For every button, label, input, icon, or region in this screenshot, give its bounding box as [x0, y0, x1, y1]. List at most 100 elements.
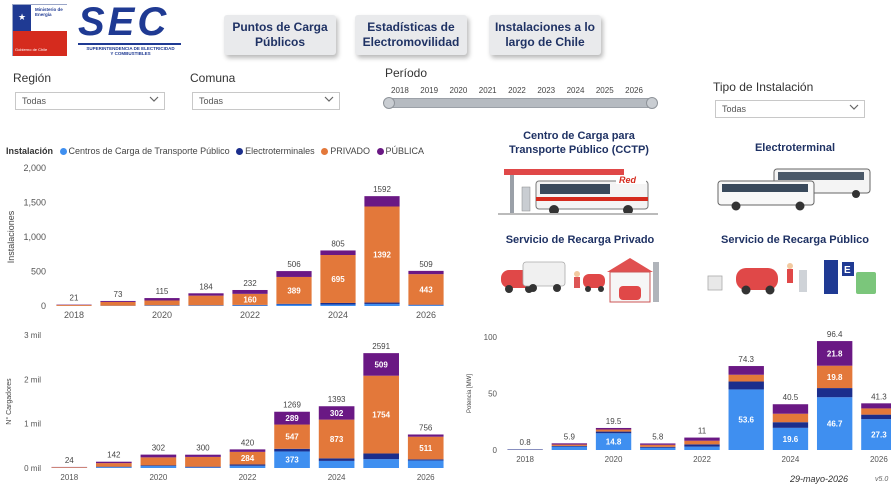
bar-segment[interactable] — [188, 295, 224, 306]
bar-segment[interactable] — [816, 388, 853, 398]
bar-segment[interactable] — [408, 270, 444, 275]
bar-segment[interactable] — [640, 443, 676, 445]
bar-total-label: 420 — [241, 438, 255, 447]
bar-segment[interactable] — [684, 446, 720, 450]
bar-segment[interactable] — [144, 298, 180, 301]
bar-segment[interactable] — [232, 305, 268, 306]
comuna-dropdown[interactable]: Todas — [192, 92, 340, 110]
electroterminal-illustration[interactable] — [716, 165, 874, 213]
bar-segment[interactable] — [51, 467, 88, 468]
bar-segment[interactable] — [364, 196, 400, 207]
cctp-illustration[interactable]: Red — [498, 165, 658, 217]
bar-segment[interactable] — [188, 293, 224, 296]
bar-segment[interactable] — [320, 302, 356, 305]
legend-item-publica[interactable]: PÚBLICA — [373, 146, 424, 156]
bar-segment[interactable] — [728, 374, 764, 382]
periodo-year-2024[interactable]: 2024 — [567, 86, 585, 98]
bar-segment[interactable] — [861, 414, 891, 420]
bar-segment[interactable] — [684, 444, 720, 447]
legend-item-ccp[interactable]: Centros de Carga de Transporte Público — [56, 146, 230, 156]
publico-illustration[interactable]: E — [706, 256, 886, 298]
bar-segment[interactable] — [551, 444, 588, 446]
bar-segment[interactable] — [56, 304, 92, 306]
bar-segment[interactable] — [363, 453, 399, 460]
bar-segment[interactable] — [772, 422, 809, 428]
bar-segment[interactable] — [408, 305, 444, 306]
nav-instalaciones-button[interactable]: Instalaciones a lo largo de Chile — [489, 15, 601, 55]
bar-segment[interactable] — [684, 440, 720, 445]
periodo-year-2020[interactable]: 2020 — [450, 86, 468, 98]
bar-segment[interactable] — [640, 446, 676, 448]
bar-segment[interactable] — [140, 454, 177, 458]
bar-segment[interactable] — [144, 300, 180, 306]
bar-total-label: 21 — [70, 294, 79, 303]
bar-segment[interactable] — [640, 447, 676, 450]
bar-segment[interactable] — [100, 301, 136, 306]
privado-illustration[interactable] — [497, 256, 667, 308]
periodo-year-2022[interactable]: 2022 — [508, 86, 526, 98]
periodo-year-2021[interactable]: 2021 — [479, 86, 497, 98]
bar-segment[interactable] — [185, 454, 221, 457]
periodo-slider-handle-right[interactable] — [646, 97, 658, 109]
bar-segment[interactable] — [640, 444, 676, 447]
bar-segment[interactable] — [861, 403, 891, 409]
bar-segment[interactable] — [274, 448, 310, 452]
periodo-slider-track[interactable] — [385, 98, 655, 108]
periodo-year-2026[interactable]: 2026 — [625, 86, 643, 98]
bar-segment[interactable] — [185, 466, 221, 468]
periodo-year-2023[interactable]: 2023 — [537, 86, 555, 98]
bar-segment[interactable] — [728, 381, 764, 390]
bar-segment[interactable] — [551, 446, 588, 450]
bar-segment[interactable] — [595, 429, 632, 432]
tipo-instalacion-dropdown[interactable]: Todas — [715, 100, 865, 118]
bar-segment[interactable] — [229, 449, 266, 452]
bar-segment[interactable] — [364, 302, 400, 304]
bar-segment[interactable] — [185, 456, 221, 467]
periodo-year-slicer[interactable]: 2018 2019 2020 2021 2022 2023 2024 2025 2026 — [383, 86, 658, 112]
periodo-year-2019[interactable]: 2019 — [420, 86, 438, 98]
bar-segment[interactable] — [232, 289, 268, 294]
bar-segment[interactable] — [407, 460, 444, 468]
bar-segment[interactable] — [276, 303, 312, 305]
bar-segment[interactable] — [684, 437, 720, 441]
bar-segment[interactable] — [363, 459, 399, 468]
bar-segment[interactable] — [320, 250, 356, 256]
legend-item-electroterminales[interactable]: Electroterminales — [232, 146, 315, 156]
bar-segment[interactable] — [772, 413, 809, 423]
bar-segment[interactable] — [595, 431, 632, 434]
nav-estadisticas-button[interactable]: Estadísticas de Electromovilidad — [355, 15, 467, 55]
bar-segment[interactable] — [96, 461, 132, 464]
bar-segment[interactable] — [140, 465, 177, 467]
bar-segment[interactable] — [229, 465, 266, 468]
bar-segment[interactable] — [595, 427, 632, 430]
bar-segment[interactable] — [100, 300, 136, 302]
bar-segment[interactable] — [318, 460, 355, 468]
legend-item-privado[interactable]: PRIVADO — [317, 146, 370, 156]
region-dropdown[interactable]: Todas — [15, 92, 165, 110]
bar-segment[interactable] — [96, 467, 132, 468]
bar-segment[interactable] — [551, 443, 588, 445]
bar-segment[interactable] — [318, 458, 355, 461]
bar-segment[interactable] — [551, 445, 588, 447]
bar-segment[interactable] — [320, 304, 356, 306]
bar-segment-label: 443 — [419, 285, 433, 294]
nav-puntos-de-carga-button[interactable]: Puntos de Carga Públicos — [224, 15, 336, 55]
bar-segment[interactable] — [276, 304, 312, 306]
bar-segment[interactable] — [728, 366, 764, 375]
bar-segment[interactable] — [140, 466, 177, 468]
bar-segment[interactable] — [772, 404, 809, 414]
periodo-year-2018[interactable]: 2018 — [391, 86, 409, 98]
periodo-year-2025[interactable]: 2025 — [596, 86, 614, 98]
bar-segment[interactable] — [407, 434, 444, 437]
x-tick-label: 2022 — [239, 473, 257, 482]
bar-segment[interactable] — [276, 271, 312, 277]
bar-segment[interactable] — [364, 303, 400, 306]
bar-segment[interactable] — [185, 467, 221, 468]
bar-segment[interactable] — [229, 464, 266, 466]
bar-segment[interactable] — [140, 457, 177, 466]
x-tick-label: 2026 — [417, 473, 435, 482]
periodo-slider-handle-left[interactable] — [383, 97, 395, 109]
bar-segment[interactable] — [407, 459, 444, 461]
bar-segment[interactable] — [96, 463, 132, 467]
bar-segment[interactable] — [861, 408, 891, 415]
